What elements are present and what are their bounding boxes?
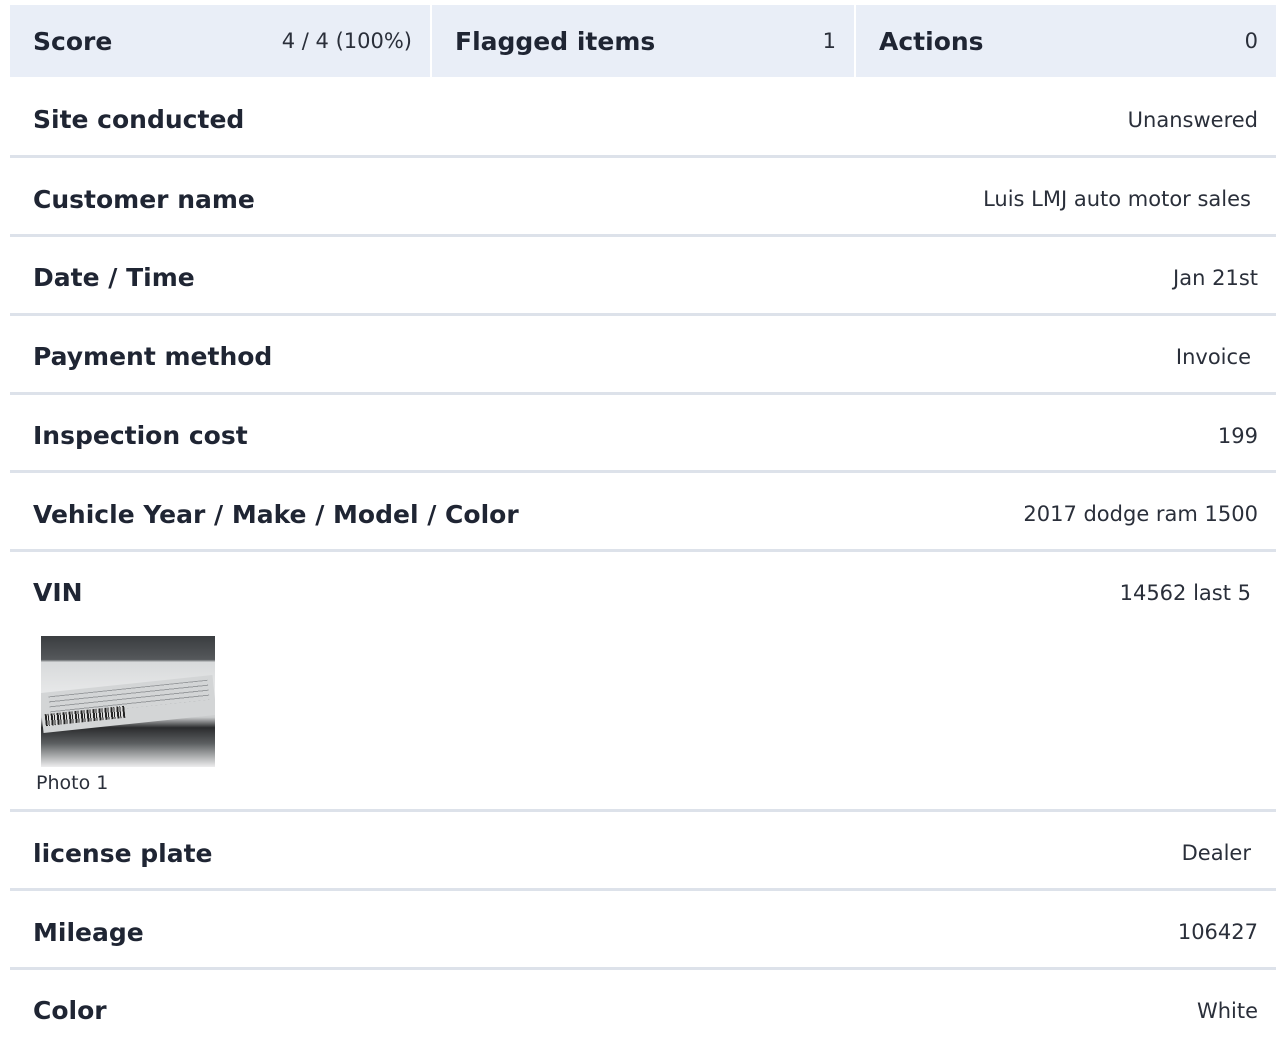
field-row-site-conducted: Site conducted Unanswered bbox=[10, 77, 1276, 158]
photo-caption: Photo 1 bbox=[36, 772, 109, 794]
field-row-vin: VIN 14562 last 5 Photo 1 bbox=[10, 552, 1276, 812]
field-label: Vehicle Year / Make / Model / Color bbox=[33, 500, 519, 529]
field-row-license-plate: license plate Dealer bbox=[10, 812, 1276, 891]
actions-cell[interactable]: Actions 0 bbox=[856, 5, 1276, 77]
field-row-color: Color White bbox=[10, 970, 1276, 1041]
field-label: Customer name bbox=[33, 185, 255, 214]
flagged-items-cell[interactable]: Flagged items 1 bbox=[432, 5, 854, 77]
field-value: Unanswered bbox=[1127, 108, 1258, 132]
field-value: 106427 bbox=[1177, 920, 1258, 944]
field-value: Invoice bbox=[1175, 345, 1251, 369]
field-value: Jan 21st bbox=[1173, 266, 1258, 290]
field-label: Date / Time bbox=[33, 263, 195, 292]
actions-value: 0 bbox=[1244, 29, 1258, 53]
field-row-inspection-cost: Inspection cost 199 bbox=[10, 395, 1276, 473]
field-label: Mileage bbox=[33, 918, 144, 947]
score-value: 4 / 4 (100%) bbox=[281, 29, 412, 53]
field-value: White bbox=[1196, 999, 1258, 1023]
field-value: Luis LMJ auto motor sales bbox=[983, 187, 1251, 211]
field-value: 2017 dodge ram 1500 bbox=[1023, 502, 1258, 526]
flagged-items-label: Flagged items bbox=[455, 26, 656, 56]
field-label: license plate bbox=[33, 839, 213, 868]
field-label: Color bbox=[33, 996, 107, 1025]
field-value: 199 bbox=[1217, 424, 1258, 448]
field-row-payment-method: Payment method Invoice bbox=[10, 316, 1276, 395]
field-row-customer-name: Customer name Luis LMJ auto motor sales bbox=[10, 158, 1276, 237]
field-row-vehicle: Vehicle Year / Make / Model / Color 2017… bbox=[10, 473, 1276, 552]
field-label: Payment method bbox=[33, 342, 273, 371]
field-label: Site conducted bbox=[33, 105, 245, 134]
actions-label: Actions bbox=[879, 26, 984, 56]
field-value: 14562 last 5 bbox=[1119, 581, 1251, 605]
score-cell: Score 4 / 4 (100%) bbox=[10, 5, 430, 77]
summary-bar: Score 4 / 4 (100%) Flagged items 1 Actio… bbox=[10, 5, 1276, 77]
field-label: VIN bbox=[33, 578, 83, 607]
field-value: Dealer bbox=[1181, 841, 1251, 865]
flagged-items-value: 1 bbox=[822, 29, 836, 53]
field-row-date-time: Date / Time Jan 21st bbox=[10, 237, 1276, 316]
field-row-mileage: Mileage 106427 bbox=[10, 891, 1276, 970]
vin-sticker-photo[interactable] bbox=[41, 636, 215, 767]
field-label: Inspection cost bbox=[33, 421, 248, 450]
score-label: Score bbox=[33, 26, 113, 56]
